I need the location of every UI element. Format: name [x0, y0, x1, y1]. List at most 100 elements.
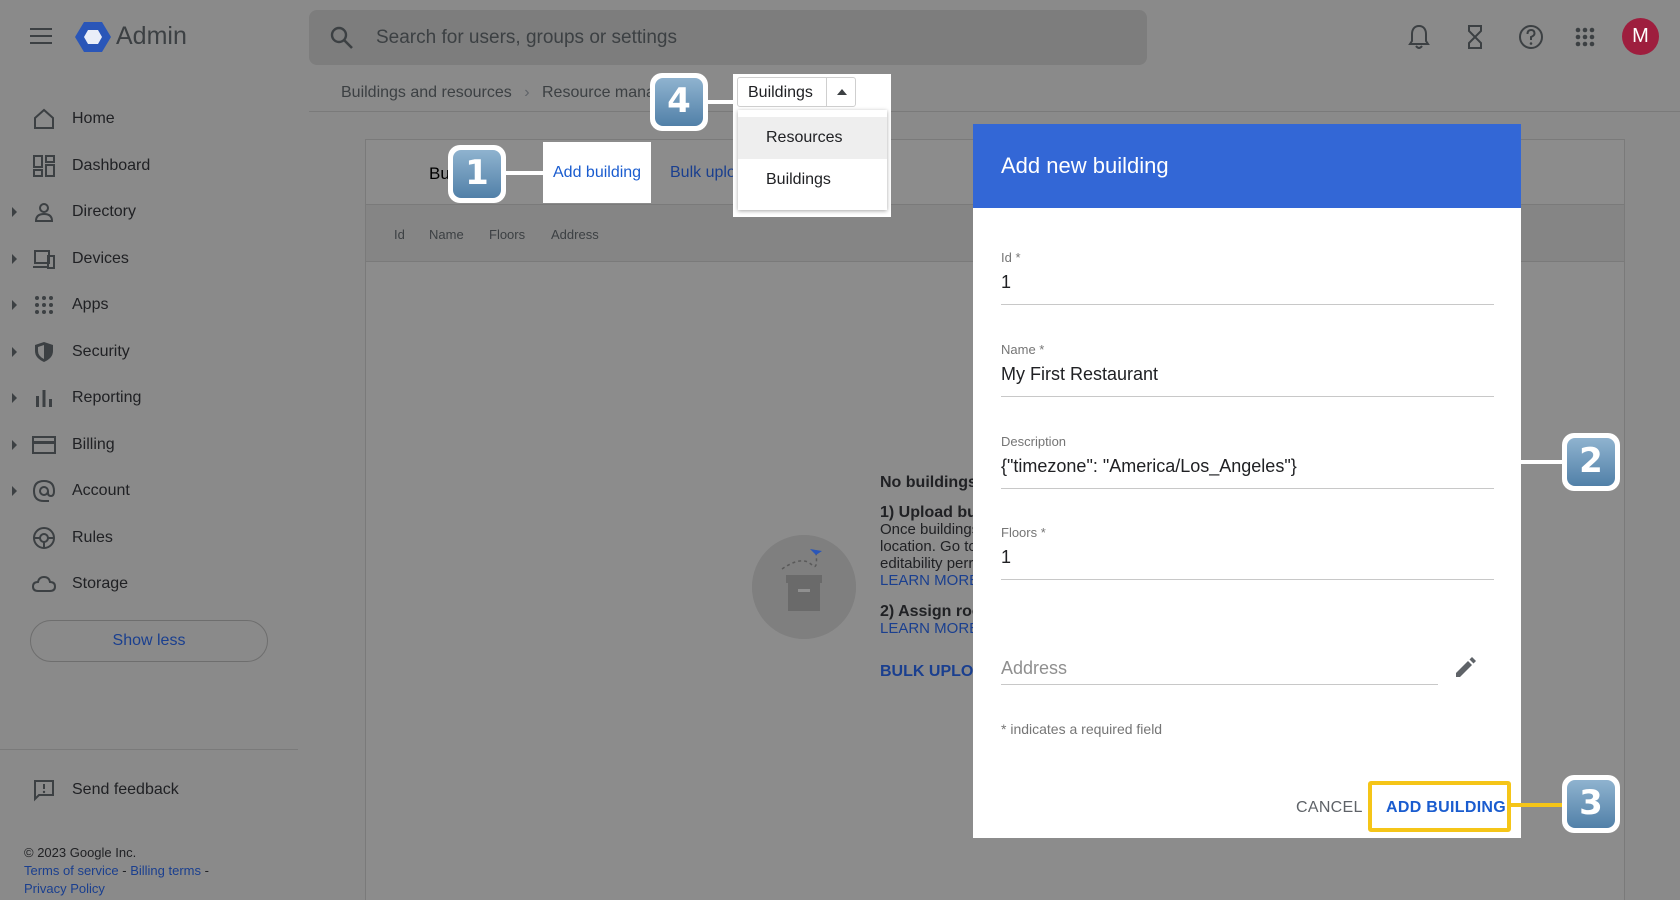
main-menu-icon[interactable] [30, 28, 52, 44]
address-input[interactable]: Address [1001, 658, 1067, 679]
sidebar-item-label: Reporting [72, 389, 142, 407]
apps-launcher-icon[interactable] [1570, 22, 1600, 52]
notifications-bell-icon[interactable] [1404, 22, 1434, 52]
search-icon [330, 26, 353, 49]
send-feedback-link[interactable]: Send feedback [32, 778, 179, 802]
person-icon [34, 203, 54, 223]
floors-field[interactable]: Floors * 1 [1001, 525, 1494, 587]
dashboard-icon [33, 154, 55, 177]
callout-connector [1511, 803, 1564, 807]
sidebar-item-storage[interactable]: Storage [0, 561, 298, 608]
privacy-policy-link[interactable]: Privacy Policy [24, 880, 209, 898]
billing-terms-link[interactable]: Billing terms [130, 863, 201, 878]
dropdown-menu: Resources Buildings [738, 110, 887, 210]
name-underline [1001, 396, 1494, 397]
name-field[interactable]: Name * My First Restaurant [1001, 342, 1494, 404]
sidebar-item-label: Security [72, 342, 130, 360]
id-label: Id * [1001, 250, 1021, 265]
column-header-name[interactable]: Name [429, 227, 464, 242]
sidebar-item-billing[interactable]: Billing [0, 422, 298, 469]
name-input[interactable]: My First Restaurant [1001, 364, 1158, 385]
expand-caret-icon[interactable] [12, 300, 17, 311]
add-building-dialog: Add new building Id * 1 Name * My First … [973, 124, 1521, 838]
sidebar-item-account[interactable]: Account [0, 468, 298, 515]
expand-caret-icon[interactable] [12, 393, 17, 404]
send-feedback-label: Send feedback [72, 781, 179, 798]
floors-label: Floors * [1001, 525, 1046, 540]
expand-caret-icon[interactable] [12, 346, 17, 357]
terms-link[interactable]: Terms of service [24, 863, 119, 878]
cloud-icon [32, 576, 56, 593]
sidebar-item-label: Directory [72, 203, 137, 221]
show-less-button[interactable]: Show less [30, 620, 268, 662]
callout-badge-3: 3 [1562, 775, 1620, 833]
id-input[interactable]: 1 [1001, 272, 1011, 293]
feedback-icon [34, 780, 54, 802]
sidebar-item-rules[interactable]: Rules [0, 515, 298, 562]
dialog-title: Add new building [1001, 153, 1169, 178]
sidebar-item-apps[interactable]: Apps [0, 282, 298, 329]
expand-caret-icon[interactable] [12, 439, 17, 450]
empty-box-illustration-icon [752, 535, 856, 639]
required-field-note: * indicates a required field [1001, 721, 1163, 737]
shield-icon [35, 341, 53, 362]
expand-caret-icon[interactable] [12, 486, 17, 497]
callout-number: 4 [655, 78, 703, 126]
edit-pencil-icon[interactable] [1453, 654, 1479, 680]
description-underline [1001, 488, 1494, 489]
at-sign-icon [32, 480, 56, 503]
dropdown-option-buildings[interactable]: Buildings [738, 159, 887, 201]
admin-logo-icon [75, 22, 111, 52]
sidebar-divider [0, 749, 298, 750]
search-placeholder: Search for users, groups or settings [376, 27, 677, 48]
address-underline [1001, 684, 1438, 685]
add-building-link[interactable]: Add building [543, 142, 651, 203]
dropdown-option-resources[interactable]: Resources [738, 117, 887, 159]
callout-badge-2: 2 [1562, 433, 1620, 491]
floors-input[interactable]: 1 [1001, 547, 1011, 568]
credit-card-icon [32, 435, 56, 454]
rules-icon [33, 526, 55, 549]
home-icon [34, 108, 54, 130]
floors-underline [1001, 579, 1494, 580]
avatar[interactable]: M [1622, 18, 1659, 55]
sidebar-item-label: Storage [72, 575, 129, 593]
sidebar-item-reporting[interactable]: Reporting [0, 375, 298, 422]
callout-number: 2 [1567, 438, 1615, 486]
callout-connector [1521, 460, 1563, 464]
cancel-button[interactable]: CANCEL [1296, 799, 1363, 817]
sidebar: Home Dashboard Directory Devices Apps Se… [0, 96, 298, 608]
callout-connector [505, 171, 545, 175]
expand-caret-icon[interactable] [12, 253, 17, 264]
description-label: Description [1001, 434, 1067, 449]
bulk-upload-link[interactable]: Bulk uplo [670, 164, 736, 182]
search-bar[interactable]: Search for users, groups or settings [309, 10, 1147, 65]
sidebar-item-home[interactable]: Home [0, 96, 298, 143]
dropdown-separator [826, 78, 827, 106]
expand-caret-icon[interactable] [12, 207, 17, 218]
breadcrumb-divider [309, 111, 1680, 112]
hourglass-icon[interactable] [1460, 22, 1490, 52]
column-header-floors[interactable]: Floors [489, 227, 525, 242]
breadcrumb-separator: › [524, 84, 530, 101]
sidebar-item-directory[interactable]: Directory [0, 189, 298, 236]
id-underline [1001, 304, 1494, 305]
callout-connector [706, 100, 736, 104]
dialog-header: Add new building [973, 124, 1521, 208]
id-field[interactable]: Id * 1 [1001, 250, 1494, 312]
sidebar-item-devices[interactable]: Devices [0, 236, 298, 283]
description-field[interactable]: Description {"timezone": "America/Los_An… [1001, 434, 1494, 496]
description-input[interactable]: {"timezone": "America/Los_Angeles"} [1001, 456, 1297, 477]
help-icon[interactable] [1516, 22, 1546, 52]
column-header-id[interactable]: Id [394, 227, 405, 242]
breadcrumb-buildings-resources[interactable]: Buildings and resources [341, 84, 512, 101]
resource-type-dropdown[interactable]: Buildings [737, 77, 856, 107]
breadcrumb-resource-management[interactable]: Resource mana [542, 84, 655, 101]
add-building-label: Add building [553, 164, 642, 181]
sidebar-item-security[interactable]: Security [0, 329, 298, 376]
sidebar-item-dashboard[interactable]: Dashboard [0, 143, 298, 190]
card-title: Bu [429, 164, 450, 183]
sidebar-item-label: Dashboard [72, 156, 151, 174]
add-building-button[interactable]: ADD BUILDING [1386, 799, 1506, 817]
column-header-address[interactable]: Address [551, 227, 599, 242]
